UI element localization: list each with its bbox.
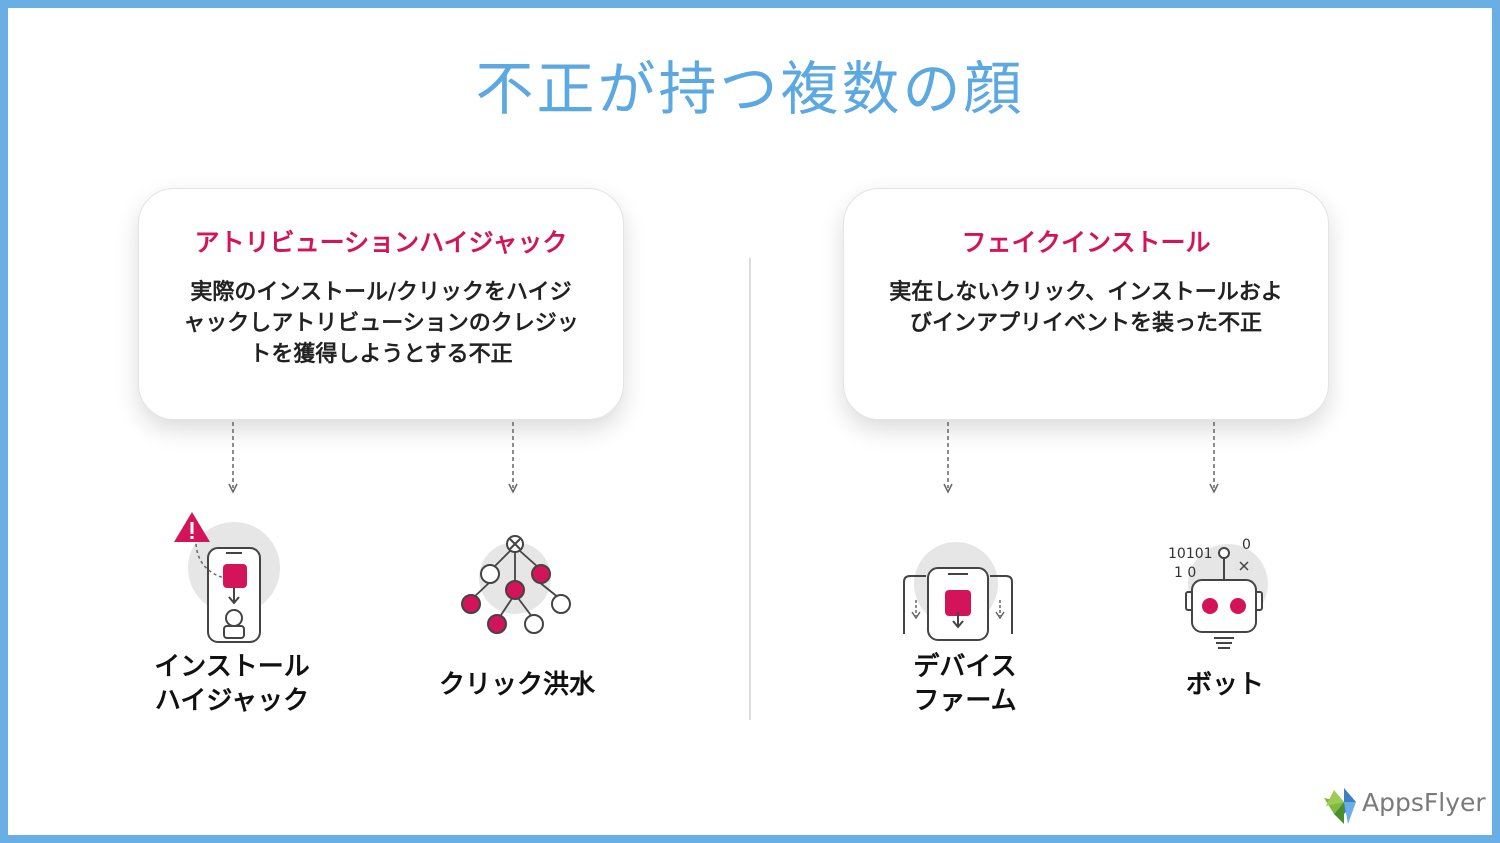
click-tree-icon bbox=[461, 535, 571, 634]
bot-label-line1: ボット bbox=[1185, 670, 1264, 700]
dashed-arrow-icon bbox=[228, 422, 238, 494]
bot-code-line2: 1 0 bbox=[1174, 565, 1196, 581]
bot-code-line1: 10101 bbox=[1168, 546, 1213, 562]
appsflyer-logo-text: AppsFlyer bbox=[1362, 788, 1486, 817]
slide-title: 不正が持つ複数の顔 bbox=[475, 55, 1025, 123]
dashed-arrow-icon bbox=[943, 422, 953, 494]
robot-icon: 10101 1 0 0 bbox=[1168, 537, 1268, 649]
install-hijack-label: インストール ハイジャック bbox=[130, 650, 334, 718]
click-flooding-label: クリック洪水 bbox=[410, 668, 624, 702]
device-farm-icon bbox=[903, 542, 1013, 641]
install-hijack-label-line2: ハイジャック bbox=[154, 686, 310, 716]
phone-warning-icon bbox=[174, 512, 280, 643]
appsflyer-logo-icon bbox=[1324, 788, 1356, 824]
fake-install-description: 実在しないクリック、インストールおよびインアプリイベントを装った不正 bbox=[889, 280, 1283, 336]
install-hijack-label-line1: インストール bbox=[154, 652, 310, 682]
center-divider bbox=[749, 258, 751, 720]
device-farm-label-line2: ファーム bbox=[913, 686, 1017, 716]
click-flooding-label-line1: クリック洪水 bbox=[438, 670, 595, 700]
dashed-arrow-icon bbox=[1209, 422, 1219, 494]
bot-code-extra: 0 bbox=[1242, 537, 1251, 553]
attribution-hijack-heading: アトリビューションハイジャック bbox=[194, 228, 568, 257]
fake-install-heading: フェイクインストール bbox=[961, 228, 1211, 257]
bot-label: ボット bbox=[1140, 668, 1310, 702]
attribution-hijack-description: 実際のインストール/クリックをハイジャックしアトリビューションのクレジットを獲得… bbox=[183, 280, 579, 367]
dashed-arrow-icon bbox=[508, 422, 518, 494]
appsflyer-logo: AppsFlyer bbox=[1322, 782, 1486, 828]
attribution-hijack-card: アトリビューションハイジャック 実際のインストール/クリックをハイジャックしアト… bbox=[138, 188, 624, 420]
device-farm-label: デバイス ファーム bbox=[860, 650, 1070, 718]
fake-install-card: フェイクインストール 実在しないクリック、インストールおよびインアプリイベントを… bbox=[843, 188, 1329, 420]
device-farm-label-line1: デバイス bbox=[913, 652, 1017, 682]
